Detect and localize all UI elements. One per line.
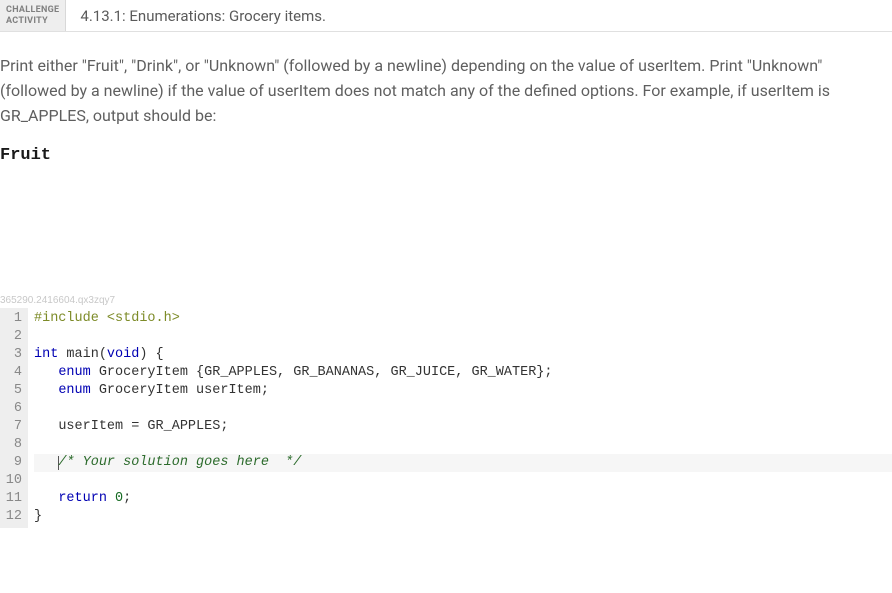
code-line[interactable]: /* Your solution goes here */	[34, 454, 892, 472]
badge-line-1: CHALLENGE	[6, 5, 59, 16]
line-number: 6	[4, 400, 22, 418]
code-line[interactable]: return 0;	[34, 490, 892, 508]
line-number: 8	[4, 436, 22, 454]
badge-line-2: ACTIVITY	[6, 16, 48, 27]
line-number: 11	[4, 490, 22, 508]
code-line[interactable]: enum GroceryItem userItem;	[34, 382, 892, 400]
code-line[interactable]	[34, 328, 892, 346]
problem-instructions: Print either "Fruit", "Drink", or "Unkno…	[0, 54, 892, 128]
activity-title: 4.13.1: Enumerations: Grocery items.	[66, 0, 340, 31]
line-number: 12	[4, 508, 22, 526]
code-line[interactable]: enum GroceryItem {GR_APPLES, GR_BANANAS,…	[34, 364, 892, 382]
line-number: 1	[4, 310, 22, 328]
code-line[interactable]	[34, 400, 892, 418]
challenge-badge: CHALLENGE ACTIVITY	[0, 0, 66, 31]
code-line[interactable]: #include <stdio.h>	[34, 310, 892, 328]
code-line[interactable]: }	[34, 508, 892, 526]
code-line[interactable]	[34, 472, 892, 490]
line-number: 10	[4, 472, 22, 490]
tracking-id: 365290.2416604.qx3zqy7	[0, 295, 892, 306]
line-number-gutter: 1 2 3 4 5 6 7 8 9 10 11 12	[0, 308, 28, 528]
line-number: 3	[4, 346, 22, 364]
example-output: Fruit	[0, 146, 892, 165]
line-number: 2	[4, 328, 22, 346]
code-line[interactable]: int main(void) {	[34, 346, 892, 364]
code-line[interactable]	[34, 436, 892, 454]
code-line[interactable]: userItem = GR_APPLES;	[34, 418, 892, 436]
code-editor[interactable]: 1 2 3 4 5 6 7 8 9 10 11 12 #include <std…	[0, 308, 892, 528]
line-number: 7	[4, 418, 22, 436]
content-area: Print either "Fruit", "Drink", or "Unkno…	[0, 32, 892, 528]
code-text-area[interactable]: #include <stdio.h> int main(void) { enum…	[28, 308, 892, 528]
line-number: 9	[4, 454, 22, 472]
activity-header: CHALLENGE ACTIVITY 4.13.1: Enumerations:…	[0, 0, 892, 32]
line-number: 4	[4, 364, 22, 382]
line-number: 5	[4, 382, 22, 400]
